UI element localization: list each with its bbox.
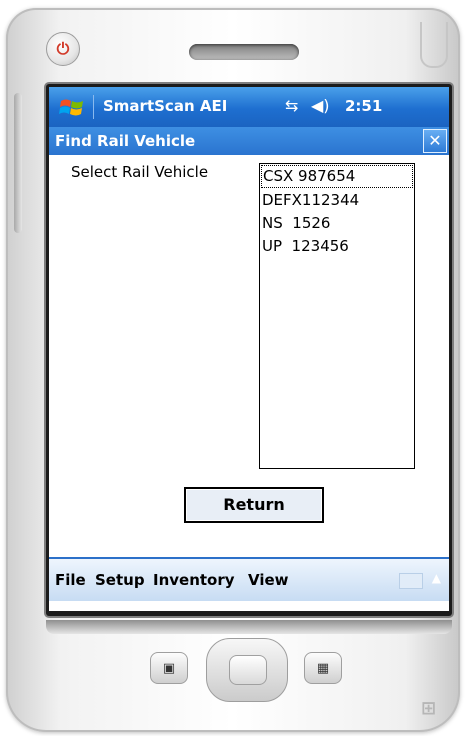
menu-file[interactable]: File	[55, 571, 86, 589]
screen-frame: SmartScan AEI ⇆ ◀) 2:51 Find Rail Vehicl…	[46, 84, 452, 616]
menu-bar: File Setup Inventory View ▲	[49, 557, 449, 601]
windows-logo-icon: ⊞	[421, 698, 437, 719]
power-button[interactable]: ⏻	[46, 32, 80, 66]
close-button[interactable]: ✕	[423, 129, 447, 153]
menu-inventory[interactable]: Inventory	[153, 571, 235, 589]
dialog-title: Find Rail Vehicle	[55, 132, 196, 150]
dpad-center-button[interactable]	[229, 655, 267, 685]
power-icon: ⏻	[56, 39, 70, 58]
app-title: SmartScan AEI	[103, 97, 228, 115]
clock[interactable]: 2:51	[345, 97, 382, 115]
dpad[interactable]	[206, 638, 288, 702]
screen: SmartScan AEI ⇆ ◀) 2:51 Find Rail Vehicl…	[49, 87, 449, 611]
network-icon[interactable]: ⇆	[285, 96, 298, 115]
side-rail	[14, 93, 22, 233]
select-vehicle-label: Select Rail Vehicle	[71, 163, 209, 181]
contacts-key-icon[interactable]: ▣	[150, 652, 188, 684]
dialog-titlebar: Find Rail Vehicle ✕	[49, 127, 449, 155]
keyboard-icon[interactable]	[399, 573, 423, 589]
title-separator	[93, 95, 94, 119]
calendar-key-icon[interactable]: ▦	[304, 652, 342, 684]
list-item[interactable]: UP 123456	[260, 235, 414, 258]
earpiece-speaker	[189, 44, 299, 60]
list-item[interactable]: CSX 987654	[261, 165, 413, 188]
return-button[interactable]: Return	[184, 487, 324, 523]
menu-setup[interactable]: Setup	[95, 571, 145, 589]
volume-icon[interactable]: ◀)	[311, 96, 330, 115]
chevron-up-icon[interactable]: ▲	[432, 571, 441, 585]
list-item[interactable]: DEFX112344	[260, 189, 414, 212]
hardware-keys: ▣ ▦	[140, 618, 352, 718]
stylus-slot	[420, 22, 448, 68]
dialog-content: Select Rail Vehicle CSX 987654 DEFX11234…	[49, 155, 449, 541]
menu-view[interactable]: View	[248, 571, 289, 589]
vehicle-listbox[interactable]: CSX 987654 DEFX112344 NS 1526 UP 123456	[259, 163, 415, 469]
list-item[interactable]: NS 1526	[260, 212, 414, 235]
device-body: ⏻ SmartScan AEI ⇆ ◀) 2:51 Find Rail Vehi…	[6, 8, 460, 732]
taskbar: SmartScan AEI ⇆ ◀) 2:51	[49, 87, 449, 127]
windows-start-icon[interactable]	[59, 95, 85, 119]
